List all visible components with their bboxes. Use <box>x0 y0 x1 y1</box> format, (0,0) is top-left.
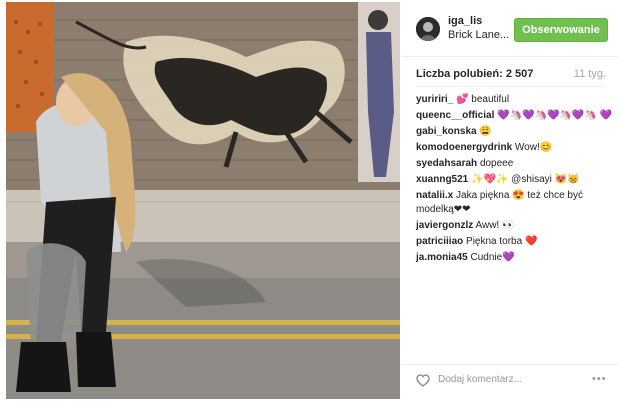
comment-text: 💕 beautiful <box>456 94 510 105</box>
comment-user[interactable]: ja.monia45 <box>416 252 468 263</box>
comment-user[interactable]: gabi_konska <box>416 126 477 137</box>
comment-user[interactable]: patriciiiao <box>416 236 463 247</box>
post-time[interactable]: 11 tyg. <box>574 68 606 80</box>
post-photo[interactable] <box>6 2 400 399</box>
comment-user[interactable]: syedahsarah <box>416 158 477 169</box>
comment: queenc__official 💜🦄💜🦄💜🦄💜🦄 💜 <box>416 109 612 123</box>
avatar[interactable] <box>416 17 440 41</box>
comment-text: dopeee <box>479 158 514 169</box>
comments-list: yuririri_ 💕 beautiful queenc__official 💜… <box>416 93 612 267</box>
comment-user[interactable]: javiergonzlz <box>416 220 473 231</box>
likes-count[interactable]: Liczba polubień: 2 507 <box>416 68 533 80</box>
comment: komodoenergydrink Wow!😊 <box>416 141 612 155</box>
comment: yuririri_ 💕 beautiful <box>416 93 612 107</box>
comment-input[interactable]: Dodaj komentarz... <box>438 374 522 385</box>
post-username[interactable]: iga_lis <box>448 15 482 27</box>
more-options-icon[interactable]: ••• <box>592 373 607 385</box>
comment-text: Piękna torba ❤️ <box>466 236 538 247</box>
comment-user[interactable]: queenc__official <box>416 110 494 121</box>
post-photo-illustration <box>6 2 400 399</box>
comment: xuanng521 ✨💖✨ @shisayi 😻😸 <box>416 173 612 187</box>
comment-bar: Dodaj komentarz... ••• <box>402 364 618 395</box>
comment: ja.monia45 Cudnie💜 <box>416 251 612 265</box>
comment-user[interactable]: xuanng521 <box>416 174 468 185</box>
heart-icon[interactable] <box>416 374 430 392</box>
post-location[interactable]: Brick Lane... <box>448 29 509 41</box>
comment: patriciiiao Piękna torba ❤️ <box>416 235 612 249</box>
comment-text: Cudnie💜 <box>470 252 515 263</box>
comment-user[interactable]: natalii.x <box>416 190 453 201</box>
comment: gabi_konska 😩 <box>416 125 612 139</box>
comment-text: Aww! 👀 <box>475 220 515 231</box>
post-side-panel: iga_lis Brick Lane... Obserwowanie Liczb… <box>402 0 618 401</box>
post-header: iga_lis Brick Lane... Obserwowanie <box>402 0 618 57</box>
comment-user[interactable]: yuririri_ <box>416 94 453 105</box>
comment-text: Wow!😊 <box>514 142 553 153</box>
comment: javiergonzlz Aww! 👀 <box>416 219 612 233</box>
comment-text: ✨💖✨ @shisayi 😻😸 <box>471 174 580 185</box>
comment-user[interactable]: komodoenergydrink <box>416 142 512 153</box>
comment-text: 😩 <box>479 126 492 137</box>
avatar-image <box>416 17 440 41</box>
divider <box>416 86 604 87</box>
comment: natalii.x Jaka piękna 😍 też chce być mod… <box>416 189 612 217</box>
comment-text: 💜🦄💜🦄💜🦄💜🦄 💜 <box>497 110 612 121</box>
follow-button[interactable]: Obserwowanie <box>514 18 608 42</box>
instagram-post: iga_lis Brick Lane... Obserwowanie Liczb… <box>0 0 620 401</box>
likes-row: Liczba polubień: 2 507 11 tyg. <box>416 68 606 82</box>
comment: syedahsarah dopeee <box>416 157 612 171</box>
